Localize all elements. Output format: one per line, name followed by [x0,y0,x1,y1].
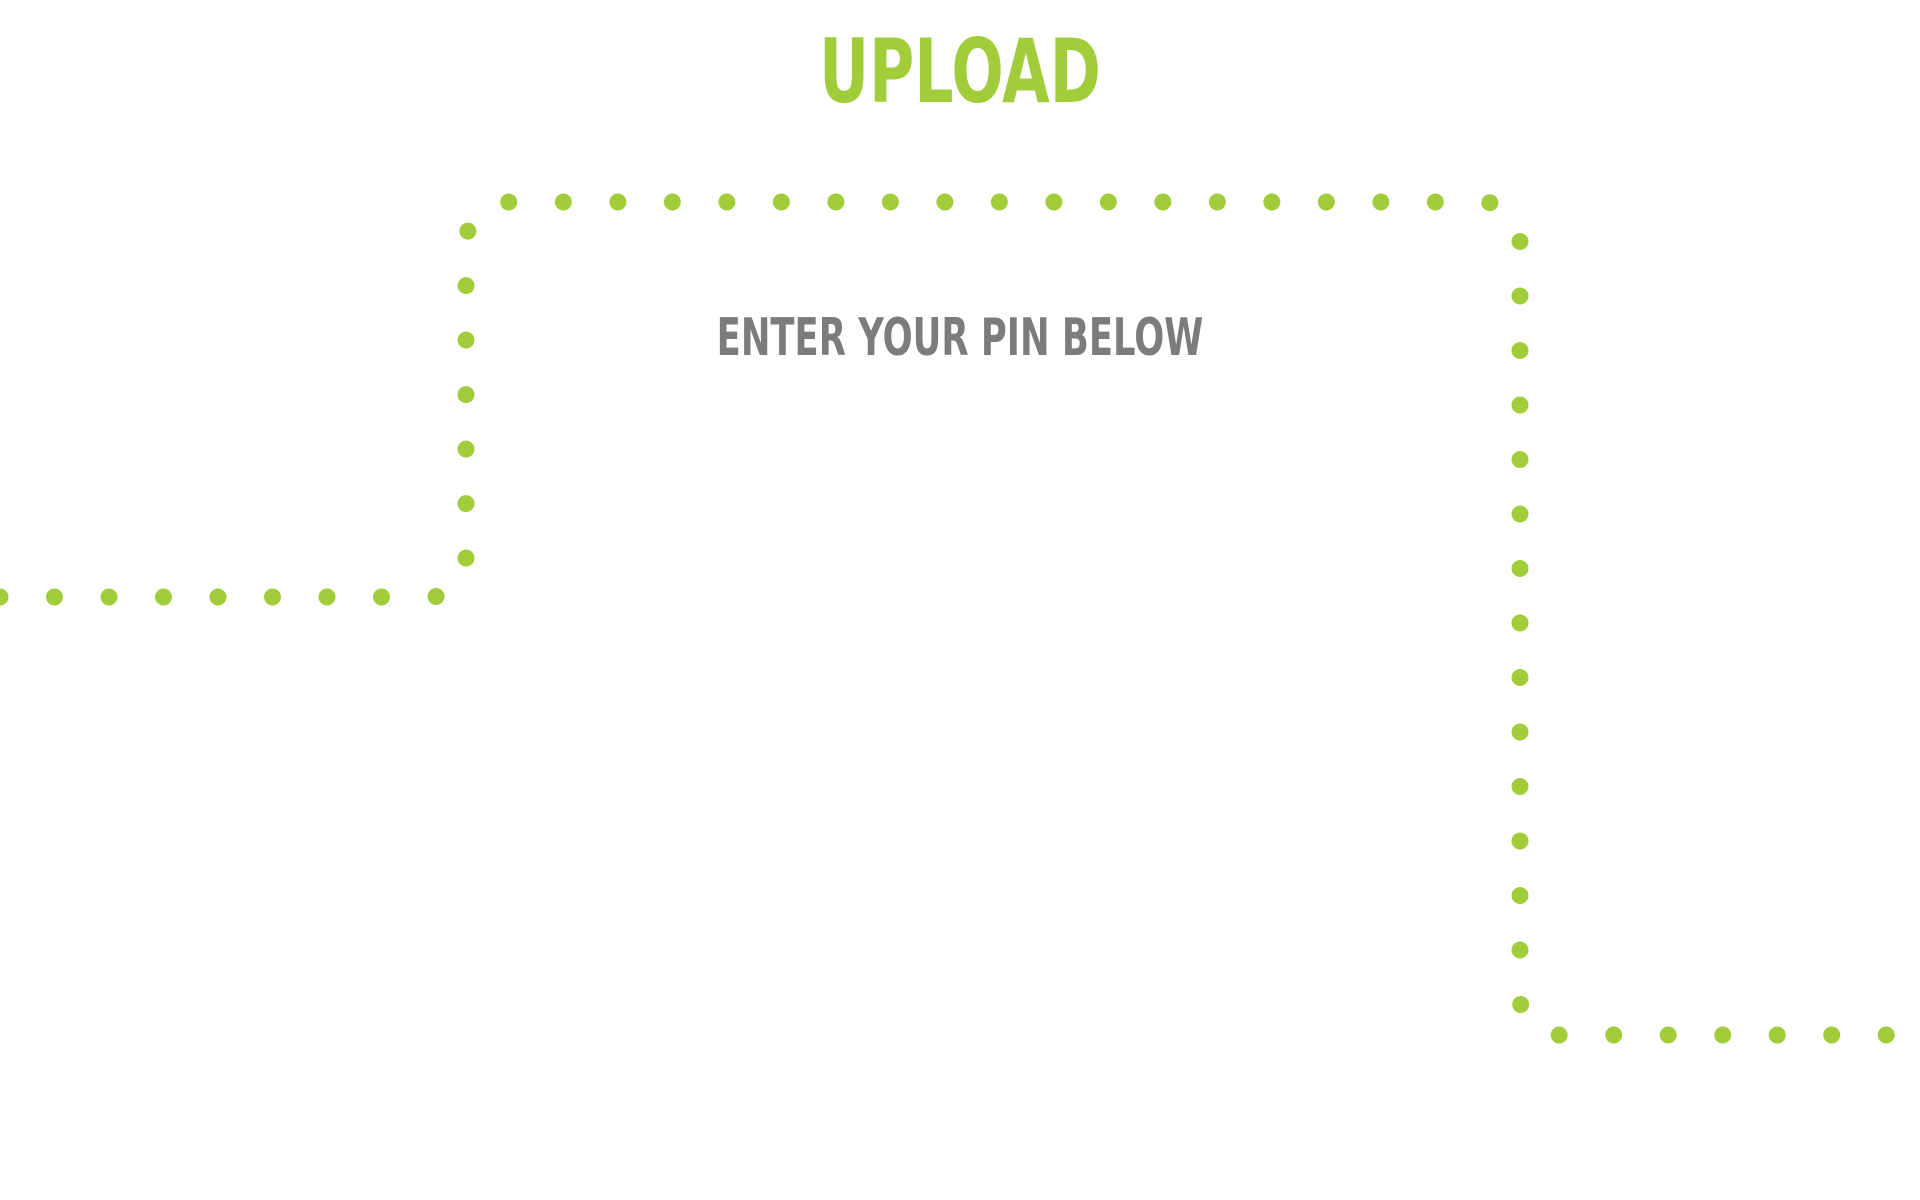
dotted-path-decoration [0,193,1920,1044]
page-title: UPLOAD [819,20,1101,123]
upload-page: UPLOAD ENTER YOUR PIN BELOW [0,0,1920,1200]
pin-prompt: ENTER YOUR PIN BELOW [716,308,1204,368]
pin-entry-area[interactable] [700,400,1220,520]
